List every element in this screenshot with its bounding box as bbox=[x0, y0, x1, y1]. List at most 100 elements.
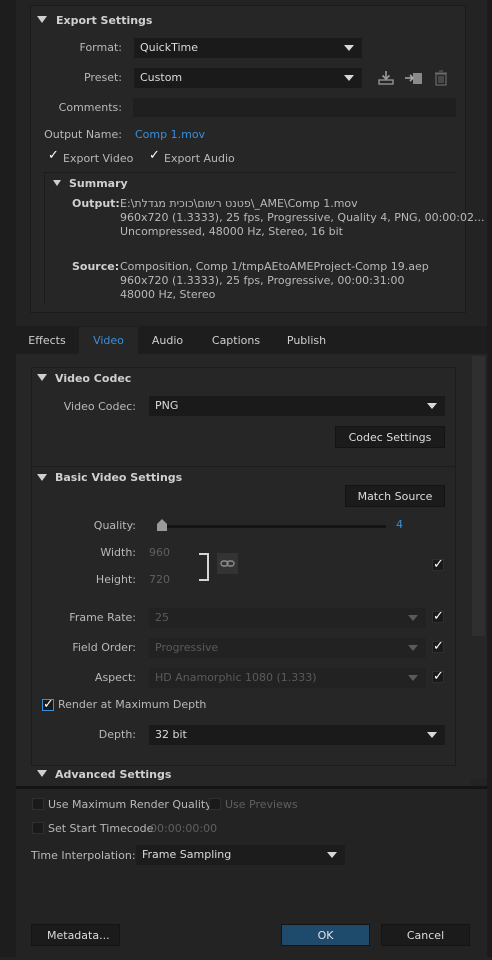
collapse-triangle-icon[interactable] bbox=[37, 770, 47, 777]
field-order-match-checkbox[interactable] bbox=[432, 639, 444, 654]
output-name-link[interactable]: Comp 1.mov bbox=[135, 128, 205, 141]
window-right-edge bbox=[487, 0, 492, 957]
summary-output-lines: E:\פטנט רשום\כוכית מגדלת\_AME\Comp 1.mov… bbox=[120, 197, 484, 239]
tab-effects[interactable]: Effects bbox=[18, 327, 76, 354]
frame-rate-value: 25 bbox=[155, 611, 169, 624]
export-settings-heading: Export Settings bbox=[56, 14, 153, 27]
import-preset-icon[interactable] bbox=[404, 70, 424, 86]
dropdown-arrow-icon bbox=[408, 645, 418, 651]
collapse-triangle-icon[interactable] bbox=[37, 16, 47, 23]
aspect-match-checkbox[interactable] bbox=[432, 669, 444, 684]
depth-label: Depth: bbox=[98, 728, 136, 741]
metadata-button[interactable]: Metadata... bbox=[31, 924, 120, 946]
ok-button[interactable]: OK bbox=[281, 924, 370, 946]
use-max-render-quality-checkbox[interactable] bbox=[32, 798, 44, 810]
comments-label: Comments: bbox=[58, 101, 122, 114]
frame-rate-match-checkbox[interactable] bbox=[432, 609, 444, 624]
codec-settings-button[interactable]: Codec Settings bbox=[335, 426, 445, 448]
depth-dropdown[interactable]: 32 bit bbox=[149, 725, 445, 745]
dropdown-arrow-icon bbox=[344, 45, 354, 51]
tab-publish[interactable]: Publish bbox=[275, 327, 338, 354]
width-value[interactable]: 960 bbox=[149, 546, 170, 559]
format-dropdown[interactable]: QuickTime bbox=[134, 38, 362, 58]
render-max-depth-checkbox[interactable] bbox=[42, 697, 54, 712]
summary-output-path: E:\פטנט רשום\כוכית מגדלת\_AME\Comp 1.mov bbox=[120, 197, 358, 210]
window-left-edge bbox=[0, 0, 16, 957]
video-codec-heading: Video Codec bbox=[55, 372, 132, 385]
preset-dropdown[interactable]: Custom bbox=[134, 68, 362, 88]
summary-source-lines: Composition, Comp 1/tmpAEtoAMEProject-Co… bbox=[120, 260, 429, 302]
constrain-proportions-button[interactable] bbox=[217, 553, 238, 574]
summary-source-comp: Composition, Comp 1/tmpAEtoAMEProject-Co… bbox=[120, 260, 429, 273]
collapse-triangle-icon[interactable] bbox=[37, 374, 47, 381]
summary-source-audio: 48000 Hz, Stereo bbox=[120, 288, 216, 301]
tab-captions[interactable]: Captions bbox=[199, 327, 273, 354]
aspect-dropdown[interactable]: HD Anamorphic 1080 (1.333) bbox=[149, 668, 426, 688]
tab-audio[interactable]: Audio bbox=[139, 327, 196, 354]
preset-value: Custom bbox=[140, 71, 183, 84]
dimension-link-bracket bbox=[199, 553, 209, 581]
time-interpolation-label: Time Interpolation: bbox=[31, 849, 136, 862]
output-name-label: Output Name: bbox=[44, 128, 122, 141]
dropdown-arrow-icon bbox=[327, 852, 337, 858]
collapse-triangle-icon[interactable] bbox=[37, 474, 47, 481]
field-order-value: Progressive bbox=[155, 641, 219, 654]
format-value: QuickTime bbox=[140, 41, 199, 54]
basic-video-settings-heading: Basic Video Settings bbox=[55, 471, 183, 484]
link-chain-icon bbox=[220, 560, 235, 567]
quality-slider-handle[interactable] bbox=[156, 518, 168, 532]
comments-field[interactable] bbox=[133, 98, 456, 117]
summary-source-label: Source: bbox=[72, 260, 120, 273]
aspect-value: HD Anamorphic 1080 (1.333) bbox=[155, 671, 317, 684]
set-start-timecode-label: Set Start Timecode bbox=[48, 822, 154, 835]
summary-source-video: 960x720 (1.3333), 25 fps, Progressive, 0… bbox=[120, 274, 405, 287]
quality-slider-track[interactable] bbox=[158, 525, 386, 528]
frame-rate-dropdown[interactable]: 25 bbox=[149, 608, 426, 628]
dropdown-arrow-icon bbox=[408, 615, 418, 621]
time-interpolation-value: Frame Sampling bbox=[142, 848, 232, 861]
width-label: Width: bbox=[100, 546, 136, 559]
summary-heading: Summary bbox=[69, 177, 128, 190]
video-codec-value: PNG bbox=[155, 399, 179, 412]
match-source-button[interactable]: Match Source bbox=[345, 485, 445, 507]
use-previews-label: Use Previews bbox=[225, 798, 298, 811]
export-audio-label: Export Audio bbox=[164, 152, 235, 165]
use-max-render-quality-label: Use Maximum Render Quality bbox=[48, 798, 212, 811]
field-order-dropdown[interactable]: Progressive bbox=[149, 638, 426, 658]
cancel-button[interactable]: Cancel bbox=[381, 924, 470, 946]
frame-rate-label: Frame Rate: bbox=[69, 611, 136, 624]
dropdown-arrow-icon bbox=[344, 75, 354, 81]
depth-value: 32 bit bbox=[155, 728, 187, 741]
preset-label: Preset: bbox=[83, 71, 122, 84]
set-start-timecode-checkbox[interactable] bbox=[32, 822, 44, 834]
video-codec-label: Video Codec: bbox=[63, 400, 136, 413]
export-audio-checkbox[interactable]: ✓ bbox=[149, 148, 160, 163]
render-max-depth-label: Render at Maximum Depth bbox=[58, 698, 207, 711]
time-interpolation-dropdown[interactable]: Frame Sampling bbox=[136, 845, 345, 865]
delete-preset-icon[interactable] bbox=[434, 70, 448, 86]
content-scrollbar-thumb[interactable] bbox=[472, 356, 485, 636]
video-codec-dropdown[interactable]: PNG bbox=[149, 396, 445, 416]
collapse-triangle-icon[interactable] bbox=[53, 180, 61, 186]
use-previews-checkbox[interactable] bbox=[209, 798, 221, 810]
summary-output-label: Output: bbox=[72, 197, 120, 210]
format-label: Format: bbox=[79, 41, 122, 54]
export-video-label: Export Video bbox=[63, 152, 134, 165]
advanced-settings-heading: Advanced Settings bbox=[55, 768, 172, 781]
quality-value[interactable]: 4 bbox=[396, 518, 403, 531]
quality-label: Quality: bbox=[93, 519, 136, 532]
start-timecode-value[interactable]: 00:00:00:00 bbox=[150, 822, 217, 835]
dropdown-arrow-icon bbox=[427, 403, 437, 409]
height-label: Height: bbox=[95, 573, 136, 586]
dropdown-arrow-icon bbox=[408, 675, 418, 681]
dimensions-match-source-checkbox[interactable] bbox=[432, 557, 444, 572]
field-order-label: Field Order: bbox=[72, 641, 136, 654]
summary-output-video: 960x720 (1.3333), 25 fps, Progressive, Q… bbox=[120, 211, 485, 224]
summary-output-audio: Uncompressed, 48000 Hz, Stereo, 16 bit bbox=[120, 225, 343, 238]
tab-video[interactable]: Video bbox=[79, 327, 138, 354]
height-value[interactable]: 720 bbox=[149, 573, 170, 586]
save-preset-icon[interactable] bbox=[377, 70, 395, 86]
dropdown-arrow-icon bbox=[427, 732, 437, 738]
export-video-checkbox[interactable]: ✓ bbox=[48, 148, 59, 163]
aspect-label: Aspect: bbox=[94, 671, 136, 684]
